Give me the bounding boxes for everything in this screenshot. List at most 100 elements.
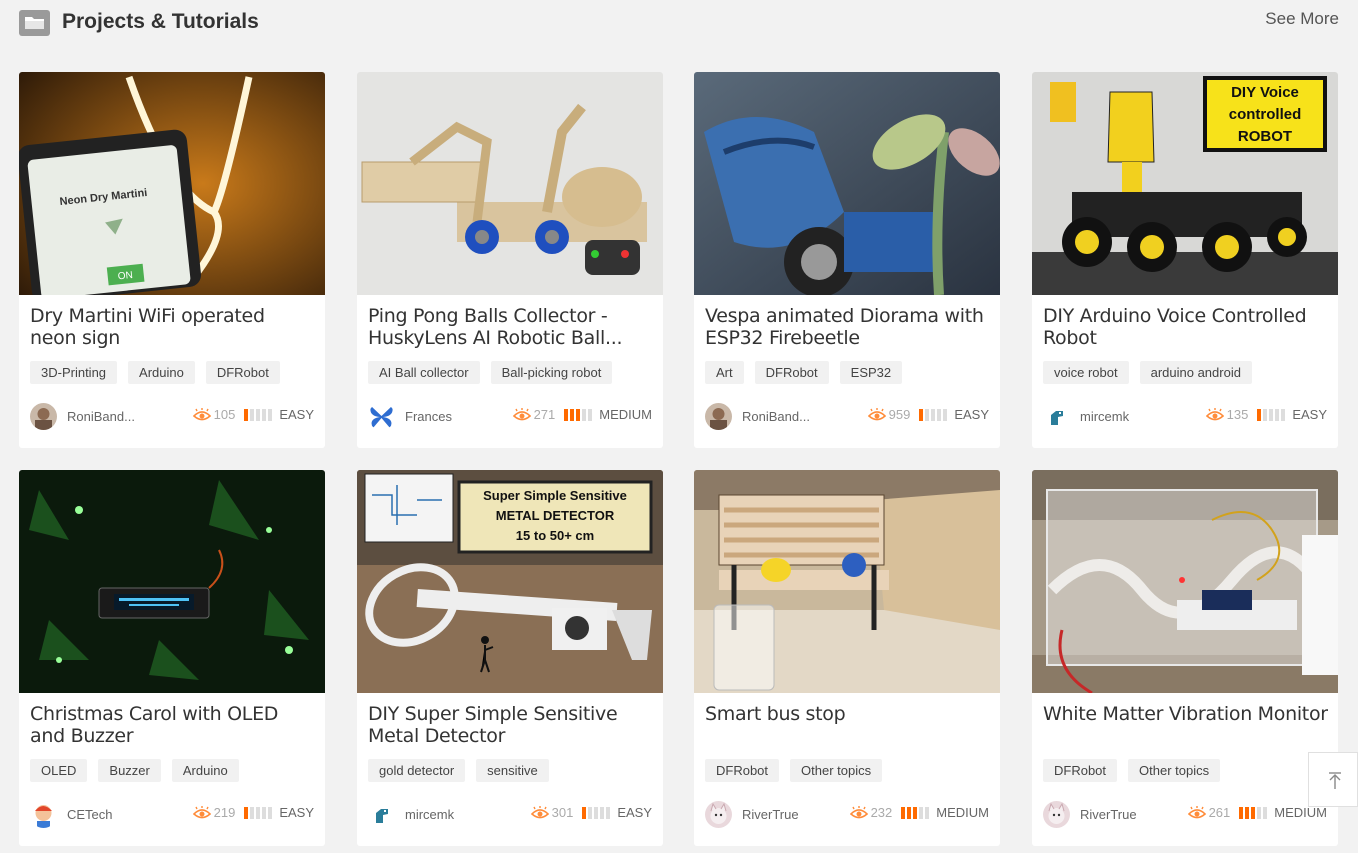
person-avatar[interactable] <box>30 403 57 430</box>
difficulty-level: EASY <box>954 407 989 422</box>
card-stats: 232 MEDIUM <box>849 805 989 820</box>
project-card[interactable]: Super Simple Sensitive METAL DETECTOR 15… <box>357 470 663 846</box>
card-thumbnail[interactable] <box>1032 470 1338 693</box>
tag[interactable]: DFRobot <box>1043 759 1118 782</box>
author-name[interactable]: RiverTrue <box>1080 807 1137 822</box>
tag[interactable]: DFRobot <box>705 759 780 782</box>
card-tags: DFRobot Other topics <box>705 759 883 782</box>
project-card[interactable]: Neon Dry Martini ON Dry Martini WiFi ope… <box>19 72 325 448</box>
see-more-link[interactable]: See More <box>1265 9 1339 29</box>
tag[interactable]: DFRobot <box>205 361 280 384</box>
tag[interactable]: Buzzer <box>98 759 161 782</box>
card-title[interactable]: Dry Martini WiFi operated neon sign <box>30 305 315 349</box>
tag[interactable]: Arduino <box>128 361 195 384</box>
butterfly-avatar[interactable] <box>368 403 395 430</box>
cat-avatar[interactable] <box>1043 801 1070 828</box>
card-thumbnail[interactable] <box>19 470 325 693</box>
card-stats: 301 EASY <box>530 805 652 820</box>
card-stats: 105 EASY <box>192 407 314 422</box>
tag[interactable]: gold detector <box>368 759 466 782</box>
tag[interactable]: sensitive <box>476 759 549 782</box>
card-title[interactable]: Vespa animated Diorama with ESP32 Firebe… <box>705 305 990 349</box>
project-card[interactable]: Christmas Carol with OLED and Buzzer OLE… <box>19 470 325 846</box>
eye-icon <box>849 805 868 818</box>
card-thumbnail[interactable]: Super Simple Sensitive METAL DETECTOR 15… <box>357 470 663 693</box>
view-count: 301 <box>551 805 574 820</box>
difficulty-bars <box>582 806 611 819</box>
author-name[interactable]: mircemk <box>405 807 454 822</box>
author-name[interactable]: RiverTrue <box>742 807 799 822</box>
author-name[interactable]: RoniBand... <box>67 409 135 424</box>
project-card[interactable]: DIY Voice controlled ROBOT DIY Arduino V… <box>1032 72 1338 448</box>
tag[interactable]: Ball-picking robot <box>490 361 613 384</box>
card-tags: gold detector sensitive <box>368 759 549 782</box>
card-stats: 271 MEDIUM <box>512 407 652 422</box>
eye-icon <box>1187 805 1206 818</box>
tag[interactable]: Other topics <box>790 759 883 782</box>
card-thumbnail[interactable] <box>694 470 1000 693</box>
tag[interactable]: Art <box>705 361 744 384</box>
voice-sign-line: controlled <box>1229 106 1302 123</box>
difficulty-level: EASY <box>617 805 652 820</box>
card-stats: 261 MEDIUM <box>1187 805 1327 820</box>
card-title[interactable]: Smart bus stop <box>705 703 990 725</box>
tag[interactable]: Arduino <box>171 759 239 782</box>
card-title[interactable]: White Matter Vibration Monitor <box>1043 703 1328 725</box>
tag[interactable]: voice robot <box>1043 361 1129 384</box>
card-stats: 135 EASY <box>1205 407 1327 422</box>
card-footer: RiverTrue 261 MEDIUM <box>1043 801 1327 829</box>
project-card[interactable]: Smart bus stop DFRobot Other topics Rive… <box>694 470 1000 846</box>
tag[interactable]: AI Ball collector <box>368 361 480 384</box>
card-thumbnail[interactable]: DIY Voice controlled ROBOT <box>1032 72 1338 295</box>
view-count: 271 <box>533 407 556 422</box>
cat-avatar[interactable] <box>705 801 732 828</box>
card-footer: mircemk 301 EASY <box>368 801 652 829</box>
project-card[interactable]: Vespa animated Diorama with ESP32 Firebe… <box>694 72 1000 448</box>
person-avatar[interactable] <box>705 403 732 430</box>
difficulty-bars <box>1239 806 1268 819</box>
eye-icon <box>530 805 549 818</box>
tag[interactable]: OLED <box>30 759 88 782</box>
author-name[interactable]: mircemk <box>1080 409 1129 424</box>
tag[interactable]: 3D-Printing <box>30 361 118 384</box>
dino-avatar[interactable] <box>1043 403 1070 430</box>
card-thumbnail[interactable] <box>694 72 1000 295</box>
difficulty-level: EASY <box>1292 407 1327 422</box>
card-title[interactable]: Ping Pong Balls Collector - HuskyLens AI… <box>368 305 653 349</box>
project-card[interactable]: Ping Pong Balls Collector - HuskyLens AI… <box>357 72 663 448</box>
author-name[interactable]: RoniBand... <box>742 409 810 424</box>
card-tags: 3D-Printing Arduino DFRobot <box>30 361 280 384</box>
difficulty-bars <box>244 408 273 421</box>
project-card[interactable]: White Matter Vibration Monitor DFRobot O… <box>1032 470 1338 846</box>
scroll-to-top-button[interactable] <box>1308 752 1358 807</box>
voice-sign-line: DIY Voice <box>1231 84 1299 101</box>
view-count: 219 <box>213 805 236 820</box>
card-title[interactable]: DIY Arduino Voice Controlled Robot <box>1043 305 1328 349</box>
tag[interactable]: ESP32 <box>839 361 903 384</box>
cartoon-avatar[interactable] <box>30 801 57 828</box>
difficulty-level: EASY <box>279 805 314 820</box>
dino-avatar[interactable] <box>368 801 395 828</box>
card-thumbnail[interactable]: Neon Dry Martini ON <box>19 72 325 295</box>
view-count: 135 <box>1226 407 1249 422</box>
metal-sign-line: Super Simple Sensitive <box>483 488 627 503</box>
metal-sign-line: 15 to 50+ cm <box>516 528 594 543</box>
eye-icon <box>192 407 211 420</box>
card-title[interactable]: DIY Super Simple Sensitive Metal Detecto… <box>368 703 653 747</box>
author-name[interactable]: CETech <box>67 807 113 822</box>
card-tags: AI Ball collector Ball-picking robot <box>368 361 613 384</box>
card-title[interactable]: Christmas Carol with OLED and Buzzer <box>30 703 315 747</box>
tag[interactable]: arduino android <box>1139 361 1252 384</box>
metal-sign-line: METAL DETECTOR <box>496 508 615 523</box>
eye-icon <box>1205 407 1224 420</box>
card-tags: voice robot arduino android <box>1043 361 1252 384</box>
view-count: 232 <box>870 805 893 820</box>
author-name[interactable]: Frances <box>405 409 452 424</box>
difficulty-level: EASY <box>279 407 314 422</box>
card-stats: 219 EASY <box>192 805 314 820</box>
difficulty-bars <box>919 408 948 421</box>
difficulty-bars <box>1257 408 1286 421</box>
tag[interactable]: DFRobot <box>754 361 829 384</box>
card-thumbnail[interactable] <box>357 72 663 295</box>
tag[interactable]: Other topics <box>1128 759 1221 782</box>
